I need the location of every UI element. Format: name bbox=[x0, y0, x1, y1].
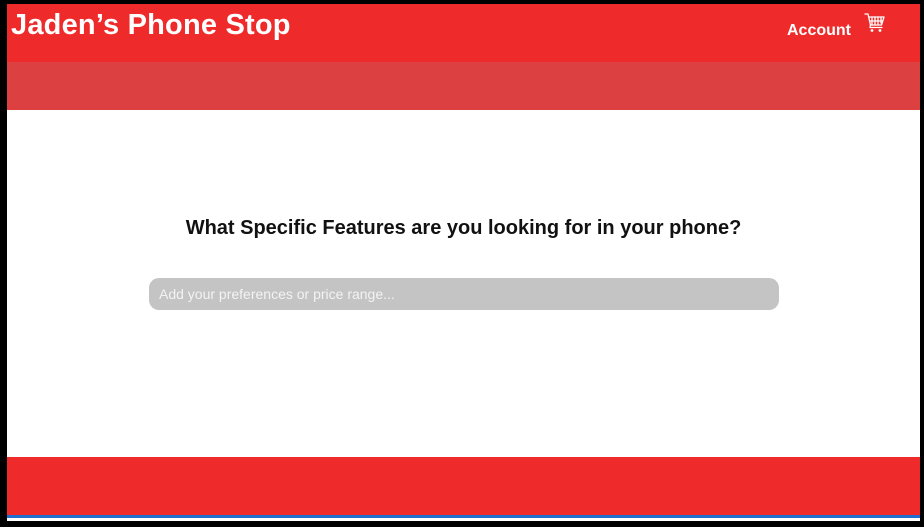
question-heading: What Specific Features are you looking f… bbox=[185, 217, 742, 239]
navigation-bar bbox=[7, 62, 920, 110]
page: Jaden’s Phone Stop Account What Specific… bbox=[7, 4, 920, 521]
shopping-cart-icon[interactable] bbox=[864, 12, 886, 34]
site-footer bbox=[7, 457, 920, 515]
window-frame: Jaden’s Phone Stop Account What Specific… bbox=[0, 0, 924, 527]
footer-accent-line bbox=[7, 515, 920, 518]
preferences-input[interactable] bbox=[149, 278, 779, 310]
account-link[interactable]: Account bbox=[787, 21, 851, 41]
site-header: Jaden’s Phone Stop Account bbox=[7, 4, 920, 62]
brand-title[interactable]: Jaden’s Phone Stop bbox=[11, 6, 291, 44]
shopping-cart-icon-graphic bbox=[864, 13, 885, 32]
main-content: What Specific Features are you looking f… bbox=[7, 110, 920, 457]
